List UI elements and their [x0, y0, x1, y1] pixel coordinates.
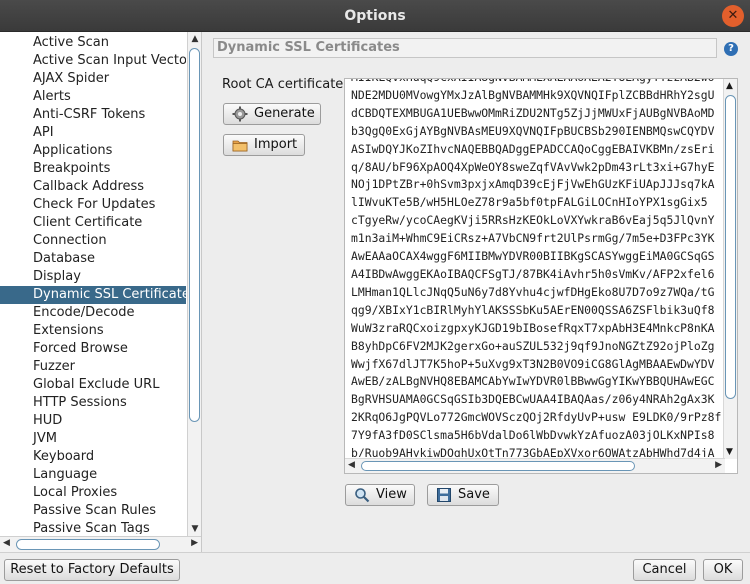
settings-panel: Dynamic SSL Certificates ? Root CA certi…: [205, 32, 750, 552]
sidebar-item[interactable]: Display: [0, 268, 186, 286]
sidebar-item[interactable]: Check For Updates: [0, 196, 186, 214]
sidebar-item[interactable]: Encode/Decode: [0, 304, 186, 322]
scroll-up-arrow-icon[interactable]: ▲: [190, 34, 200, 44]
sidebar-item[interactable]: HTTP Sessions: [0, 394, 186, 412]
scroll-right-arrow-icon[interactable]: ▶: [191, 538, 198, 548]
certificate-line: AwEB/zALBgNVHQ8EBAMCAbYwIwYDVR0lBBwwGgYI…: [351, 374, 715, 389]
sidebar-item[interactable]: Anti-CSRF Tokens: [0, 106, 186, 124]
tree-vertical-scrollbar[interactable]: ▲ ▼: [187, 32, 201, 536]
certificate-line: m1n3aiM+WhmC9EiCRsz+A7VbCN9frt2UlPsrmGg/…: [351, 231, 715, 246]
floppy-disk-icon: [437, 488, 451, 502]
certificate-textarea[interactable]: MIIKLQVxHuqQ9CxAIIA8gNVBAMMEXAEAAoAEA2TU…: [344, 78, 738, 474]
save-label: Save: [458, 487, 490, 502]
options-dialog: Options ✕ Active Scan Active Scan Input V…: [0, 0, 750, 584]
certificate-line: AwEAAaOCAX4wggF6MIIBMwYDVR00BIIBKgSCASYw…: [351, 249, 715, 264]
certificate-line: ASIwDQYJKoZIhvcNAQEBBQADggEPADCCAQoCggEB…: [351, 141, 715, 156]
sidebar-item[interactable]: Applications: [0, 142, 186, 160]
certificate-vertical-scrollbar[interactable]: ▲ ▼: [723, 79, 737, 459]
magnifier-icon: [355, 488, 370, 503]
sidebar-item[interactable]: Extensions: [0, 322, 186, 340]
scroll-down-arrow-icon[interactable]: ▼: [726, 447, 733, 457]
generate-button[interactable]: Generate: [223, 103, 321, 125]
save-button[interactable]: Save: [427, 484, 499, 506]
gear-icon: [232, 106, 248, 122]
sidebar-item[interactable]: Database: [0, 250, 186, 268]
certificate-line: b3QgQ0ExGjAYBgNVBAsMEU9XQVNQIFpBUCBSb290…: [351, 123, 715, 138]
certificate-line: 7Y9fA3fD0SClsma5H6bVdalDo6lWbDvwkYzAfuoz…: [351, 428, 715, 443]
scroll-up-arrow-icon[interactable]: ▲: [726, 81, 733, 91]
import-label: Import: [254, 137, 298, 152]
title-bar: Options ✕: [0, 0, 750, 32]
options-tree-panel: Active Scan Active Scan Input Vectors AJAX…: [0, 32, 202, 552]
sidebar-item[interactable]: Local Proxies: [0, 484, 186, 502]
certificate-line: qg9/XBIxY1cBIRlMyhYlAKSSSbKu5AErEN00QSSA…: [351, 302, 715, 317]
view-label: View: [376, 487, 407, 502]
generate-label: Generate: [254, 106, 315, 121]
ok-button[interactable]: OK: [703, 559, 743, 581]
sidebar-item[interactable]: Breakpoints: [0, 160, 186, 178]
sidebar-item[interactable]: Global Exclude URL: [0, 376, 186, 394]
scroll-thumb[interactable]: [361, 461, 635, 471]
sidebar-item[interactable]: Passive Scan Rules: [0, 502, 186, 520]
certificate-line: WuW3zraRQCxoizgpxyKJGD19bIBosefRqxT7xpAb…: [351, 320, 715, 335]
sidebar-item[interactable]: Language: [0, 466, 186, 484]
sidebar-item[interactable]: JVM: [0, 430, 186, 448]
sidebar-item[interactable]: Active Scan Input Vectors: [0, 52, 186, 70]
certificate-horizontal-scrollbar[interactable]: ◀ ▶: [345, 458, 725, 473]
certificate-line: A4IBDwAwggEKAoIBAQCFSgTJ/87BK4iAvhr5h0sV…: [351, 266, 715, 281]
sidebar-item[interactable]: API: [0, 124, 186, 142]
close-button[interactable]: ✕: [722, 5, 744, 27]
view-button[interactable]: View: [345, 484, 415, 506]
dialog-footer: Reset to Factory Defaults Cancel OK: [0, 552, 750, 584]
sidebar-item[interactable]: Alerts: [0, 88, 186, 106]
folder-icon: [232, 140, 248, 152]
scroll-thumb[interactable]: [725, 95, 736, 399]
certificate-line: NOj1DPtZBr+0hSvm3pxjxAmqD39cEjFjVwEhGUzK…: [351, 177, 715, 192]
scroll-down-arrow-icon[interactable]: ▼: [190, 524, 200, 534]
sidebar-item[interactable]: Active Scan: [0, 34, 186, 52]
certificate-line: dCBDQTEXMBUGA1UEBwwOMmRiZDU2NTg5ZjJjMWUx…: [351, 105, 715, 120]
reset-to-factory-defaults-button[interactable]: Reset to Factory Defaults: [4, 559, 180, 581]
certificate-line: lIWvuKTe5B/wH5HLOeZ78r9a5bf0tpFALGiLOCnH…: [351, 195, 708, 210]
section-header: Dynamic SSL Certificates: [213, 38, 717, 58]
certificate-line: 2KRqO6JgPQVLo772GmcWOVSczQOj2RfdyUvP+usw…: [351, 410, 721, 425]
certificate-line: WwjfX67dlJT7K5hoP+5uXvg9xT3N2B0VO9iCG8Gl…: [351, 356, 715, 371]
certificate-line: NDE2MDU0MVowgYMxJzAlBgNVBAMMHk9XQVNQIFpl…: [351, 87, 715, 102]
import-button[interactable]: Import: [223, 134, 305, 156]
scroll-left-arrow-icon[interactable]: ◀: [348, 460, 355, 470]
scroll-thumb[interactable]: [16, 539, 160, 550]
certificate-line: LMHman1QLlcJNqQ5uN6y7d8Yvhu4cjwfDHgEko8U…: [351, 284, 715, 299]
certificate-text: MIIKLQVxHuqQ9CxAIIA8gNVBAMMEXAEAAoAEA2TU…: [351, 79, 721, 457]
cancel-button[interactable]: Cancel: [633, 559, 696, 581]
close-icon: ✕: [727, 8, 739, 23]
scroll-thumb[interactable]: [189, 48, 200, 422]
sidebar-item[interactable]: Client Certificate: [0, 214, 186, 232]
sidebar-item[interactable]: Forced Browse: [0, 340, 186, 358]
scroll-right-arrow-icon[interactable]: ▶: [715, 460, 722, 470]
certificate-line: cTgyeRw/ycoCAegKVji5RRsHzKEOkLoVXYwkraB6…: [351, 213, 715, 228]
window-title: Options: [344, 8, 406, 24]
sidebar-item[interactable]: Callback Address: [0, 178, 186, 196]
sidebar-item[interactable]: HUD: [0, 412, 186, 430]
certificate-line: MIIKLQVxHuqQ9CxAIIA8gNVBAMMEXAEAAoAEA2TU…: [351, 79, 721, 87]
certificate-line: B8yhDpC6FV2MJK2gerxGo+auSZUL532j9qf9JnoN…: [351, 338, 715, 353]
certificate-line: BgRVHSUAMA0GCSqGSIb3DQEBCwUAA4IBAQAas/z0…: [351, 392, 715, 407]
certificate-line: q/8AU/bF96XpAOQ4XpWeOY8sweZqfVAvVwk2pDm4…: [351, 159, 715, 174]
root-ca-label: Root CA certificate: [222, 77, 344, 92]
sidebar-item[interactable]: Dynamic SSL Certificates: [0, 286, 186, 304]
sidebar-item[interactable]: Connection: [0, 232, 186, 250]
certificate-line: b/Ruob9AHykiwDOghUxOtTn773GbAEpXVxor6QWA…: [351, 446, 715, 457]
sidebar-item[interactable]: AJAX Spider: [0, 70, 186, 88]
sidebar-item[interactable]: Fuzzer: [0, 358, 186, 376]
sidebar-item[interactable]: Keyboard: [0, 448, 186, 466]
options-tree: Active Scan Active Scan Input Vectors AJAX…: [0, 34, 186, 534]
help-icon[interactable]: ?: [724, 42, 738, 56]
tree-horizontal-scrollbar[interactable]: ◀ ▶: [0, 536, 201, 552]
scroll-left-arrow-icon[interactable]: ◀: [3, 538, 10, 548]
sidebar-item[interactable]: Passive Scan Tags: [0, 520, 186, 534]
